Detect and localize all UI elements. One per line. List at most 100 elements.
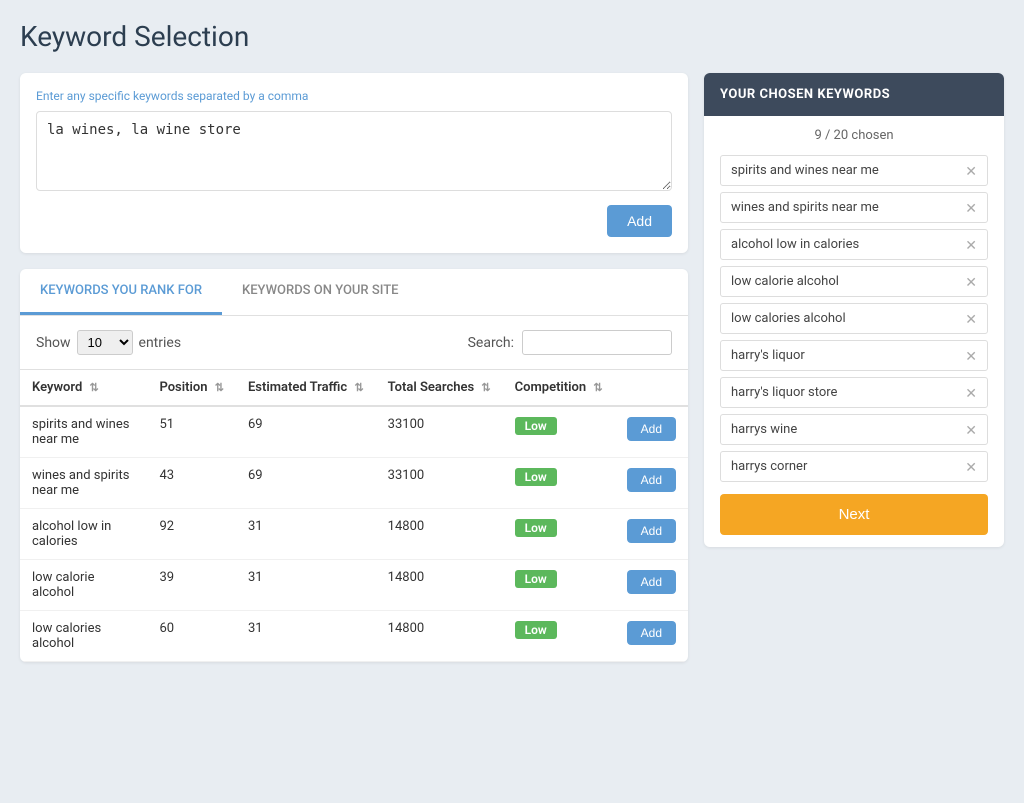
- col-estimated-traffic[interactable]: Estimated Traffic ⇅: [236, 370, 376, 407]
- col-keyword-label: Keyword: [32, 380, 82, 395]
- left-panel: Enter any specific keywords separated by…: [20, 73, 688, 662]
- cell-traffic-3: 31: [236, 560, 376, 611]
- keyword-tag: low calories alcohol ✕: [720, 303, 988, 334]
- row-add-button-0[interactable]: Add: [627, 417, 676, 441]
- keyword-tag-label: low calories alcohol: [731, 311, 846, 326]
- cell-position-4: 60: [147, 611, 236, 662]
- row-add-button-1[interactable]: Add: [627, 468, 676, 492]
- keyword-tag: low calorie alcohol ✕: [720, 266, 988, 297]
- keyword-tag-label: harry's liquor: [731, 348, 805, 363]
- show-label: Show: [36, 335, 71, 351]
- cell-action-1: Add: [615, 458, 688, 509]
- search-input[interactable]: [522, 330, 672, 355]
- keyword-tag-label: wines and spirits near me: [731, 200, 879, 215]
- row-add-button-4[interactable]: Add: [627, 621, 676, 645]
- keyword-tag-remove-1[interactable]: ✕: [965, 201, 977, 215]
- col-action: [615, 370, 688, 407]
- competition-badge-0: Low: [515, 417, 557, 435]
- search-label: Search:: [468, 335, 514, 351]
- cell-traffic-0: 69: [236, 406, 376, 458]
- table-row: alcohol low in calories 92 31 14800 Low …: [20, 509, 688, 560]
- page-title: Keyword Selection: [20, 20, 1004, 53]
- add-keywords-button[interactable]: Add: [607, 205, 672, 237]
- cell-competition-4: Low: [503, 611, 615, 662]
- input-section: Enter any specific keywords separated by…: [20, 73, 688, 253]
- col-est-traffic-label: Estimated Traffic: [248, 380, 347, 395]
- competition-badge-3: Low: [515, 570, 557, 588]
- keyword-tag-remove-7[interactable]: ✕: [965, 423, 977, 437]
- cell-action-3: Add: [615, 560, 688, 611]
- keyword-tag-label: spirits and wines near me: [731, 163, 879, 178]
- search-box: Search:: [468, 330, 672, 355]
- competition-badge-4: Low: [515, 621, 557, 639]
- chosen-keywords-panel: YOUR CHOSEN KEYWORDS 9 / 20 chosen spiri…: [704, 73, 1004, 547]
- cell-traffic-4: 31: [236, 611, 376, 662]
- keyword-tag: harrys corner ✕: [720, 451, 988, 482]
- cell-position-0: 51: [147, 406, 236, 458]
- cell-searches-3: 14800: [376, 560, 503, 611]
- cell-searches-0: 33100: [376, 406, 503, 458]
- sort-icon-keyword: ⇅: [90, 381, 99, 394]
- cell-keyword-3: low calorie alcohol: [20, 560, 147, 611]
- keyword-tag-remove-5[interactable]: ✕: [965, 349, 977, 363]
- cell-keyword-1: wines and spirits near me: [20, 458, 147, 509]
- right-panel: YOUR CHOSEN KEYWORDS 9 / 20 chosen spiri…: [704, 73, 1004, 547]
- col-total-searches[interactable]: Total Searches ⇅: [376, 370, 503, 407]
- col-position[interactable]: Position ⇅: [147, 370, 236, 407]
- cell-position-1: 43: [147, 458, 236, 509]
- keyword-tag: wines and spirits near me ✕: [720, 192, 988, 223]
- cell-action-0: Add: [615, 406, 688, 458]
- keyword-tag: alcohol low in calories ✕: [720, 229, 988, 260]
- tabs-header: KEYWORDS YOU RANK FOR KEYWORDS ON YOUR S…: [20, 269, 688, 316]
- entries-label: entries: [139, 335, 182, 351]
- cell-competition-2: Low: [503, 509, 615, 560]
- col-competition[interactable]: Competition ⇅: [503, 370, 615, 407]
- keyword-tag: harry's liquor store ✕: [720, 377, 988, 408]
- keyword-tag-remove-2[interactable]: ✕: [965, 238, 977, 252]
- cell-action-2: Add: [615, 509, 688, 560]
- cell-traffic-1: 69: [236, 458, 376, 509]
- cell-keyword-4: low calories alcohol: [20, 611, 147, 662]
- keywords-table: Keyword ⇅ Position ⇅ Estimated Traffic ⇅: [20, 369, 688, 662]
- row-add-button-2[interactable]: Add: [627, 519, 676, 543]
- show-entries-control: Show 10 25 50 100 entries: [36, 330, 181, 355]
- competition-badge-1: Low: [515, 468, 557, 486]
- panel-body: 9 / 20 chosen spirits and wines near me …: [704, 116, 1004, 547]
- keyword-tag: spirits and wines near me ✕: [720, 155, 988, 186]
- cell-position-3: 39: [147, 560, 236, 611]
- cell-position-2: 92: [147, 509, 236, 560]
- keyword-textarea[interactable]: la wines, la wine store: [36, 111, 672, 191]
- chosen-count: 9 / 20 chosen: [720, 128, 988, 143]
- sort-icon-competition: ⇅: [593, 381, 602, 394]
- keyword-tag-label: alcohol low in calories: [731, 237, 859, 252]
- next-button[interactable]: Next: [720, 494, 988, 535]
- entries-select[interactable]: 10 25 50 100: [77, 330, 133, 355]
- table-controls: Show 10 25 50 100 entries Search:: [20, 316, 688, 369]
- table-body: spirits and wines near me 51 69 33100 Lo…: [20, 406, 688, 662]
- keyword-tag-remove-8[interactable]: ✕: [965, 460, 977, 474]
- table-header-row: Keyword ⇅ Position ⇅ Estimated Traffic ⇅: [20, 370, 688, 407]
- col-keyword[interactable]: Keyword ⇅: [20, 370, 147, 407]
- table-row: wines and spirits near me 43 69 33100 Lo…: [20, 458, 688, 509]
- sort-icon-traffic: ⇅: [354, 381, 363, 394]
- sort-icon-searches: ⇅: [481, 381, 490, 394]
- keyword-tag-remove-0[interactable]: ✕: [965, 164, 977, 178]
- keyword-tag-remove-3[interactable]: ✕: [965, 275, 977, 289]
- tab-keywords-rank-for[interactable]: KEYWORDS YOU RANK FOR: [20, 269, 222, 315]
- sort-icon-position: ⇅: [215, 381, 224, 394]
- row-add-button-3[interactable]: Add: [627, 570, 676, 594]
- keyword-tag: harry's liquor ✕: [720, 340, 988, 371]
- cell-traffic-2: 31: [236, 509, 376, 560]
- cell-competition-3: Low: [503, 560, 615, 611]
- cell-searches-2: 14800: [376, 509, 503, 560]
- keyword-tag-label: harrys corner: [731, 459, 807, 474]
- main-layout: Enter any specific keywords separated by…: [20, 73, 1004, 662]
- tab-keywords-on-site[interactable]: KEYWORDS ON YOUR SITE: [222, 269, 418, 315]
- cell-competition-0: Low: [503, 406, 615, 458]
- panel-header: YOUR CHOSEN KEYWORDS: [704, 73, 1004, 116]
- col-position-label: Position: [159, 380, 207, 395]
- cell-keyword-2: alcohol low in calories: [20, 509, 147, 560]
- cell-keyword-0: spirits and wines near me: [20, 406, 147, 458]
- keyword-tag-remove-4[interactable]: ✕: [965, 312, 977, 326]
- keyword-tag-remove-6[interactable]: ✕: [965, 386, 977, 400]
